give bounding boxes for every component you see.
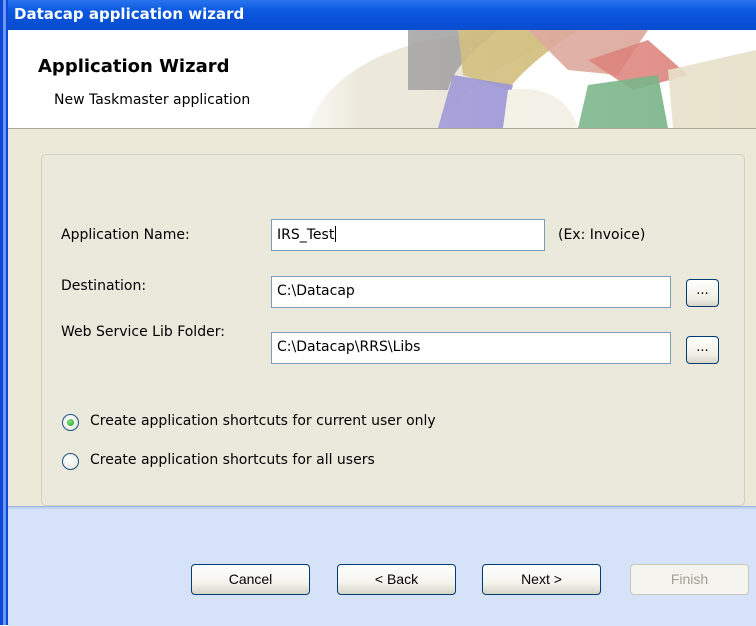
radio-dot-icon (67, 419, 74, 426)
webservice-label: Web Service Lib Folder: (61, 324, 225, 340)
destination-value: C:\Datacap (277, 283, 355, 299)
app-name-value: IRS_Test (277, 227, 335, 243)
window-title: Datacap application wizard (14, 5, 245, 23)
radio-current-user-label: Create application shortcuts for current… (90, 413, 436, 429)
destination-label: Destination: (61, 278, 147, 294)
app-name-label: Application Name: (61, 227, 190, 243)
wizard-title: Application Wizard (38, 56, 230, 77)
radio-button-selected[interactable] (62, 414, 79, 431)
radio-button[interactable] (62, 453, 79, 470)
radio-all-users-label: Create application shortcuts for all use… (90, 452, 375, 468)
wizard-window: Datacap application wizard Application W… (8, 0, 756, 626)
app-name-hint: (Ex: Invoice) (558, 227, 646, 243)
back-button[interactable]: < Back (337, 564, 456, 595)
header-logo-graphic (288, 30, 756, 128)
wizard-subtitle: New Taskmaster application (54, 92, 251, 108)
webservice-value: C:\Datacap\RRS\Libs (277, 339, 421, 355)
text-caret (335, 226, 337, 242)
destination-input[interactable]: C:\Datacap (271, 276, 671, 308)
window-border (0, 0, 8, 625)
cancel-button[interactable]: Cancel (191, 564, 310, 595)
wizard-header: Application Wizard New Taskmaster applic… (8, 30, 756, 129)
next-button[interactable]: Next > (482, 564, 601, 595)
finish-button[interactable]: Finish (630, 564, 749, 595)
title-bar[interactable]: Datacap application wizard (8, 0, 756, 30)
destination-browse-button[interactable]: ... (686, 279, 719, 307)
webservice-browse-button[interactable]: ... (686, 336, 719, 364)
webservice-input[interactable]: C:\Datacap\RRS\Libs (271, 332, 671, 364)
app-name-input[interactable]: IRS_Test (271, 219, 545, 251)
wizard-body: Application Name: IRS_Test (Ex: Invoice)… (8, 129, 756, 506)
